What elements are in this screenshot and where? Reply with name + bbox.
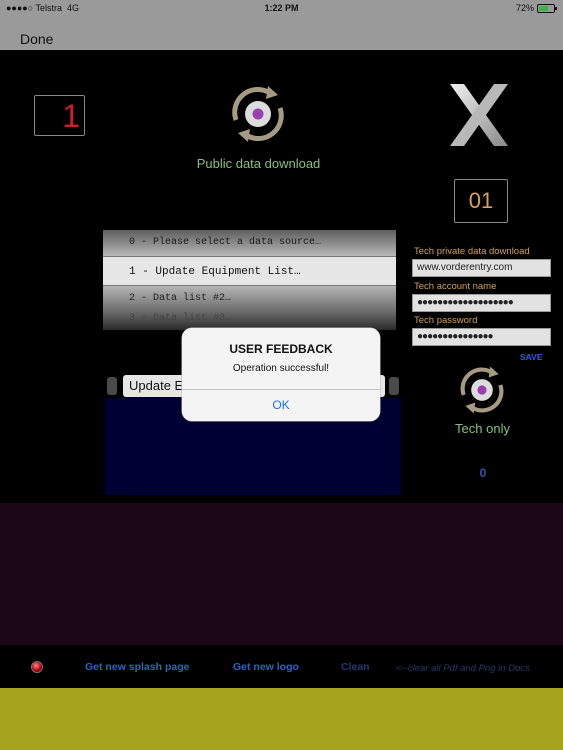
x-logo-icon <box>450 84 508 146</box>
save-button[interactable]: SAVE <box>520 352 543 362</box>
tech-password-label: Tech password <box>414 315 478 326</box>
counter-box: 01 <box>454 179 508 223</box>
red-record-icon[interactable] <box>32 662 42 672</box>
tech-url-field[interactable]: www.vorderentry.com <box>412 259 551 277</box>
tech-count-label: 0 <box>479 466 487 480</box>
picker-row[interactable]: 0 - Please select a data source… <box>103 230 396 256</box>
page-number-box: 1 <box>34 95 85 136</box>
tech-only-label[interactable]: Tech only <box>440 421 525 436</box>
alert-title: USER FEEDBACK <box>229 342 333 356</box>
next-stepper[interactable] <box>389 377 399 395</box>
user-feedback-alert: USER FEEDBACK Operation successful! OK <box>182 328 380 421</box>
alert-ok-button[interactable]: OK <box>182 390 380 421</box>
sync-arrows-icon[interactable] <box>226 84 290 144</box>
clock: 1:22 PM <box>264 3 299 13</box>
status-bar: ●●●●○ Telstra 4G 1:22 PM 72% <box>0 0 563 16</box>
navigation-bar: Done <box>0 16 563 50</box>
get-new-logo-button[interactable]: Get new logo <box>233 661 299 673</box>
tech-password-field[interactable]: ●●●●●●●●●●●●●●● <box>412 328 551 346</box>
battery-status: 72% <box>516 3 557 13</box>
picker-row[interactable]: 2 - Data list #2… <box>103 286 396 312</box>
tech-account-field[interactable]: ●●●●●●●●●●●●●●●●●●● <box>412 294 551 312</box>
previous-stepper[interactable] <box>107 377 117 395</box>
get-new-splash-button[interactable]: Get new splash page <box>85 661 189 673</box>
data-source-picker[interactable]: 0 - Please select a data source… 1 - Upd… <box>103 230 396 330</box>
tech-sync-arrows-icon[interactable] <box>455 365 509 415</box>
footer-panel <box>0 688 563 750</box>
picker-row-selected[interactable]: 1 - Update Equipment List… <box>103 256 396 286</box>
battery-icon <box>537 3 557 13</box>
clean-button[interactable]: Clean <box>341 661 370 673</box>
tech-private-download-label: Tech private data download <box>414 246 530 257</box>
alert-message: Operation successful! <box>232 363 330 374</box>
clean-note: <--clear all Pdf and Png in Docs <box>396 663 530 674</box>
done-button[interactable]: Done <box>20 31 53 47</box>
tech-account-label: Tech account name <box>414 281 497 292</box>
public-data-download-label[interactable]: Public data download <box>0 156 517 171</box>
splash-preview-panel <box>0 503 563 645</box>
